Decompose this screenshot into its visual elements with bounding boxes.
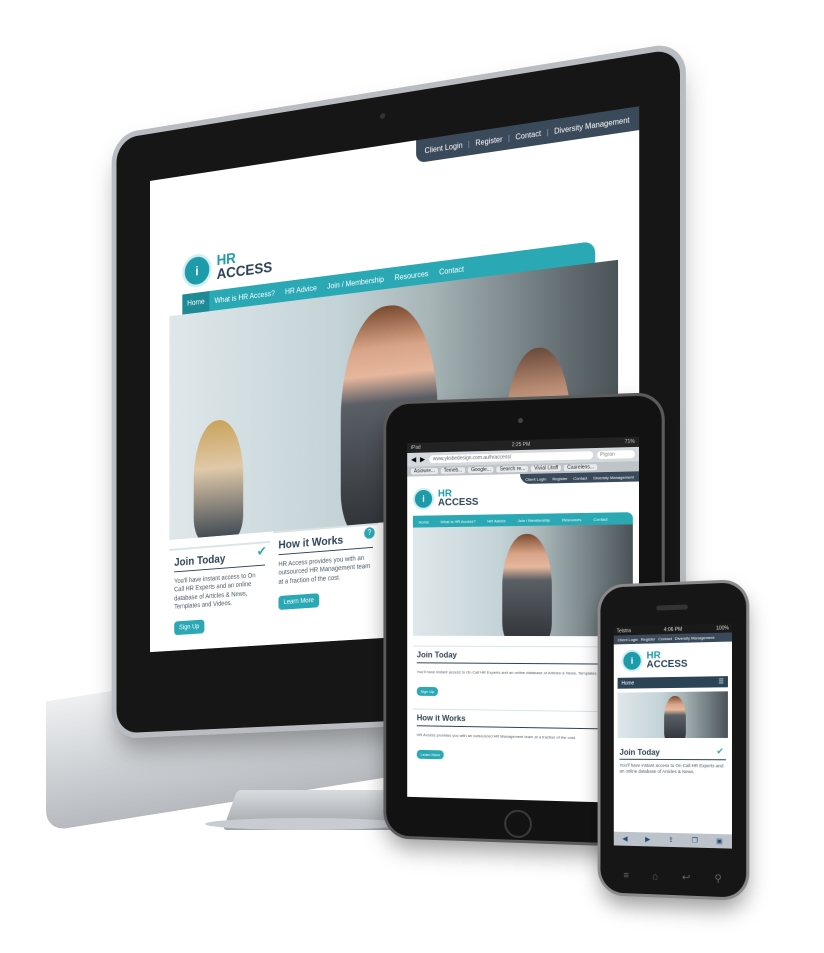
- checkmark-icon: ✔: [256, 543, 267, 559]
- phone-menu-bar[interactable]: Home ☰: [617, 676, 728, 689]
- carrier-label: iPad: [411, 444, 421, 451]
- contact-link[interactable]: Contact: [658, 636, 672, 641]
- register-link[interactable]: Register: [641, 636, 656, 641]
- hero-woman: [502, 533, 552, 637]
- site-logo[interactable]: i HR ACCESS: [182, 244, 272, 290]
- diversity-management-link[interactable]: Diversity Management: [554, 115, 629, 135]
- home-key-icon[interactable]: ⌂: [652, 871, 658, 882]
- bookmark-item[interactable]: Search re...: [496, 465, 529, 473]
- clock-label: 2:25 PM: [511, 441, 531, 449]
- battery-label: 100%: [716, 624, 729, 632]
- logo-badge-icon: i: [621, 649, 643, 672]
- contact-link[interactable]: Contact: [573, 475, 587, 480]
- nav-contact[interactable]: Contact: [587, 516, 613, 521]
- tablet-site-logo[interactable]: i HR ACCESS: [412, 487, 479, 510]
- register-link[interactable]: Register: [552, 475, 567, 480]
- diversity-management-link[interactable]: Diversity Management: [593, 474, 634, 480]
- menu-key-icon[interactable]: ≡: [623, 870, 629, 881]
- bookmark-item[interactable]: Casrelens...: [564, 464, 598, 472]
- phone-browser-toolbar: ◀ ▶ ⇪ ❐ ▣: [613, 831, 732, 849]
- tablet-utility-bar: Client Login Register Contact Diversity …: [520, 471, 639, 485]
- logo-access-text: ACCESS: [646, 658, 688, 671]
- browser-search-input[interactable]: Pigran: [597, 450, 635, 460]
- nav-join-membership[interactable]: Join / Membership: [322, 274, 389, 291]
- phone-join-card: Join Today ✔ You'll have instant access …: [619, 746, 726, 775]
- nav-home[interactable]: Home: [413, 519, 435, 524]
- bookmark-item[interactable]: Temeb...: [440, 467, 466, 474]
- top-utility-bar: Client Login | Register | Contact | Diversi…: [415, 106, 640, 164]
- clock-label: 4:06 PM: [663, 626, 683, 633]
- menu-label: Home: [621, 680, 635, 687]
- learn-more-button[interactable]: Learn More: [278, 593, 320, 611]
- back-icon[interactable]: ◀: [622, 835, 627, 843]
- how-it-works-text: HR Access provides you with an outsource…: [278, 555, 371, 586]
- webcam-icon: [379, 112, 386, 120]
- nav-resources[interactable]: Resources: [556, 516, 587, 522]
- forward-icon[interactable]: ▶: [420, 455, 425, 463]
- nav-join-membership[interactable]: Join / Membership: [512, 517, 556, 523]
- join-today-text: You'll have instant access to On Call HR…: [174, 572, 256, 611]
- phone-speaker: [656, 604, 688, 611]
- diversity-management-link[interactable]: Diversity Management: [675, 635, 715, 641]
- join-today-title: Join Today: [619, 747, 726, 761]
- hero-woman: [664, 695, 686, 739]
- monitor-foot: [205, 818, 405, 830]
- nav-resources[interactable]: Resources: [389, 268, 434, 282]
- bookmark-item[interactable]: Vivial Litoff: [531, 465, 562, 472]
- address-bar[interactable]: www.yksbedesign.com.au/hraccess/: [429, 451, 594, 464]
- back-icon[interactable]: ◀: [411, 456, 416, 464]
- phone-screen: Telstra 4:06 PM 100% Client Login Regist…: [613, 623, 732, 849]
- register-link[interactable]: Register: [475, 134, 502, 147]
- battery-label: 71%: [624, 438, 635, 446]
- client-login-link[interactable]: Client Login: [618, 637, 638, 642]
- hamburger-icon[interactable]: ☰: [718, 678, 723, 685]
- bookmark-item[interactable]: Google...: [468, 466, 494, 474]
- back-key-icon[interactable]: ↩: [682, 872, 690, 883]
- phone-hardware-keys: ≡ ⌂ ↩ ⚲: [612, 870, 734, 885]
- learn-more-button[interactable]: Learn More: [416, 750, 445, 760]
- how-it-works-card: How it Works ? HR Access provides you wi…: [273, 522, 379, 647]
- sign-up-button[interactable]: Sign Up: [174, 619, 205, 635]
- tabs-icon[interactable]: ▣: [716, 837, 723, 845]
- nav-hr-advice[interactable]: HR Advice: [482, 518, 512, 523]
- how-it-works-title: How it Works: [278, 530, 373, 556]
- question-icon: ?: [364, 526, 375, 540]
- sign-up-button[interactable]: Sign Up: [416, 687, 439, 697]
- client-login-link[interactable]: Client Login: [425, 140, 463, 154]
- join-today-title: Join Today: [174, 548, 265, 573]
- client-login-link[interactable]: Client Login: [525, 476, 546, 481]
- phone-hero-image: [617, 691, 728, 739]
- hero-background-person: [193, 417, 244, 540]
- tablet-home-button[interactable]: [504, 809, 532, 839]
- join-today-card: Join Today ✔ You'll have instant access …: [169, 540, 270, 653]
- contact-link[interactable]: Contact: [515, 129, 541, 142]
- logo-badge-icon: i: [182, 252, 212, 290]
- phone-device: Telstra 4:06 PM 100% Client Login Regist…: [600, 582, 747, 898]
- nav-contact[interactable]: Contact: [434, 264, 470, 277]
- logo-access-text: ACCESS: [437, 496, 479, 509]
- logo-badge-icon: i: [412, 487, 435, 510]
- tablet-camera-icon: [518, 417, 523, 424]
- carrier-label: Telstra: [616, 627, 631, 634]
- search-key-icon[interactable]: ⚲: [714, 873, 721, 884]
- forward-icon[interactable]: ▶: [645, 835, 650, 843]
- phone-site-logo[interactable]: i HR ACCESS: [614, 642, 732, 678]
- bookmarks-icon[interactable]: ❐: [692, 836, 698, 844]
- nav-hr-advice[interactable]: HR Advice: [280, 283, 322, 297]
- bookmark-item[interactable]: Asiowre...: [411, 467, 438, 475]
- checkmark-icon: ✔: [716, 746, 724, 757]
- share-icon[interactable]: ⇪: [668, 836, 674, 844]
- nav-what-is-hr-access[interactable]: What is HR Access?: [435, 518, 482, 524]
- join-today-text: You'll have instant access to On Call HR…: [619, 762, 724, 775]
